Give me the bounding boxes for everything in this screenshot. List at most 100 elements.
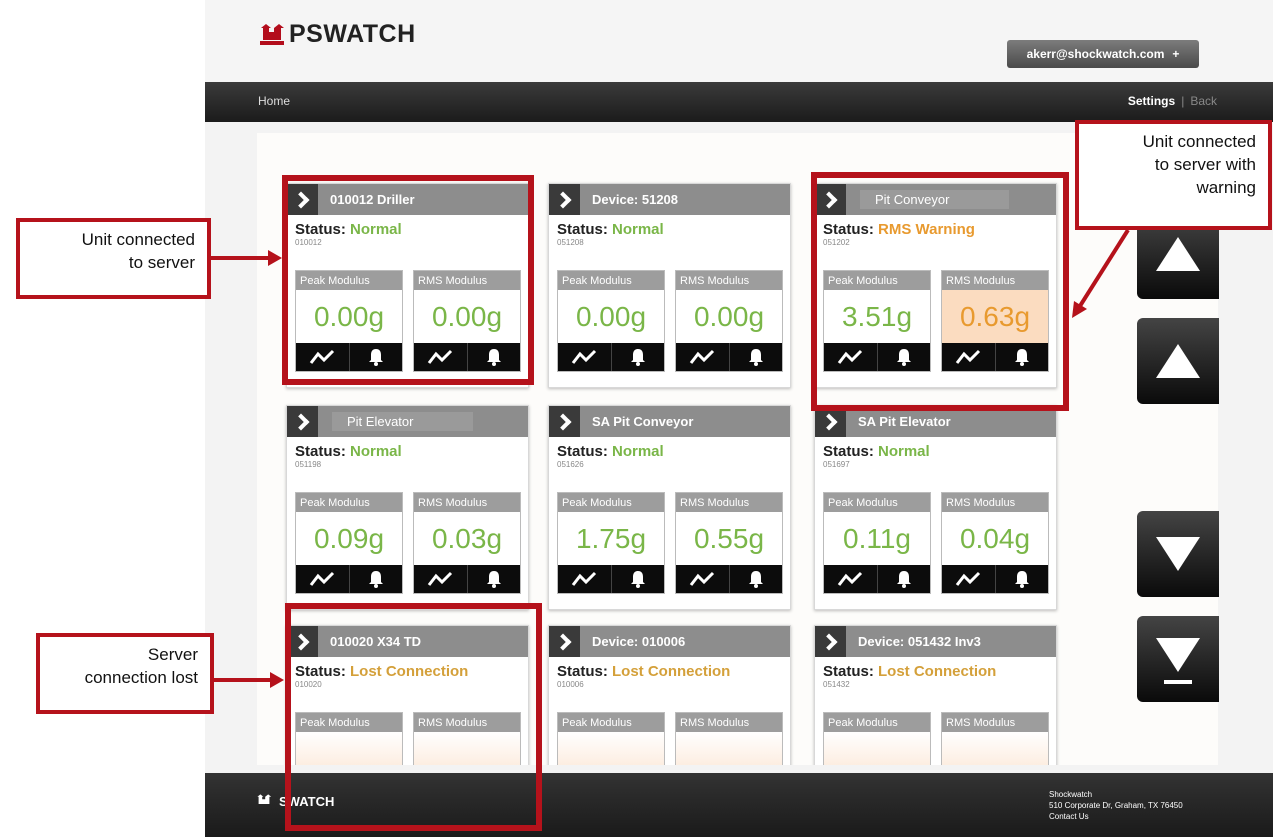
device-card[interactable]: Pit Elevator Status: Normal 051198 Peak …	[286, 405, 529, 610]
peak-modulus-value	[824, 732, 930, 765]
callout-connected-line2: to server	[128, 253, 195, 272]
chevron-right-icon	[292, 413, 309, 430]
expand-button[interactable]	[549, 626, 580, 657]
alarm-button[interactable]	[728, 343, 783, 371]
rms-modulus-label: RMS Modulus	[942, 493, 1048, 512]
trend-button[interactable]	[414, 565, 467, 593]
alarm-button[interactable]	[610, 565, 665, 593]
device-title: Device: 51208	[592, 192, 679, 207]
device-card[interactable]: SA Pit Elevator Status: Normal 051697 Pe…	[814, 405, 1057, 610]
trend-icon	[838, 571, 863, 586]
alarm-button[interactable]	[728, 565, 783, 593]
expand-button[interactable]	[549, 184, 580, 215]
trend-icon	[690, 571, 715, 586]
device-status: Status: Lost Connection	[823, 663, 1056, 680]
bell-icon	[630, 349, 645, 366]
rms-modulus-label: RMS Modulus	[676, 271, 782, 290]
device-card-header[interactable]: Device: 051432 Inv3	[815, 626, 1056, 657]
bell-icon	[486, 571, 501, 588]
rms-modulus-value: 0.04g	[959, 522, 1031, 554]
device-card-header[interactable]: Pit Elevator	[287, 406, 528, 437]
peak-modulus-label: Peak Modulus	[824, 493, 930, 512]
rms-modulus-panel: RMS Modulus 0.55g	[675, 492, 783, 594]
status-value: Normal	[612, 443, 664, 460]
page-up-button[interactable]	[1137, 318, 1219, 404]
trend-icon	[956, 571, 981, 586]
peak-modulus-value: 0.11g	[843, 522, 911, 554]
user-menu-button[interactable]: akerr@shockwatch.com +	[1007, 40, 1199, 68]
expand-button[interactable]	[815, 626, 846, 657]
status-label: Status:	[557, 663, 608, 680]
callout-warning: Unit connected to server with warning	[1075, 120, 1272, 230]
user-email: akerr@shockwatch.com	[1026, 47, 1165, 61]
device-serial: 010006	[557, 680, 584, 689]
scroll-bottom-button[interactable]	[1137, 616, 1219, 702]
peak-modulus-label: Peak Modulus	[558, 713, 664, 732]
alarm-button[interactable]	[348, 565, 403, 593]
rms-modulus-value: 0.55g	[693, 522, 765, 554]
chevron-right-icon	[820, 633, 837, 650]
peak-modulus-panel: Peak Modulus 1.75g	[557, 492, 665, 594]
device-card[interactable]: Device: 051432 Inv3 Status: Lost Connect…	[814, 625, 1057, 765]
status-label: Status:	[823, 663, 874, 680]
highlight-warning	[811, 172, 1069, 411]
peak-modulus-panel: Peak Modulus 0.00g	[557, 270, 665, 372]
trend-button[interactable]	[296, 565, 349, 593]
device-card[interactable]: Device: 010006 Status: Lost Connection 0…	[548, 625, 791, 765]
status-label: Status:	[557, 221, 608, 238]
home-link[interactable]: Home	[258, 94, 290, 108]
status-label: Status:	[557, 443, 608, 460]
footer-street: 510 Corporate Dr, Graham, TX 76450	[1049, 801, 1183, 810]
bell-icon	[630, 571, 645, 588]
rms-modulus-panel: RMS Modulus	[941, 712, 1049, 765]
modulus-actions	[558, 343, 664, 371]
trend-button[interactable]	[676, 343, 729, 371]
back-link[interactable]: Back	[1190, 94, 1217, 108]
device-card-header[interactable]: SA Pit Conveyor	[549, 406, 790, 437]
rms-modulus-label: RMS Modulus	[414, 493, 520, 512]
rms-modulus-value	[942, 732, 1048, 765]
modulus-panels: Peak Modulus RMS Modulus	[557, 712, 783, 765]
device-title: Pit Elevator	[332, 412, 474, 431]
modulus-actions	[296, 565, 402, 593]
bell-icon	[748, 349, 763, 366]
highlight-connected	[282, 175, 534, 385]
device-card-header[interactable]: Device: 51208	[549, 184, 790, 215]
alarm-button[interactable]	[994, 565, 1049, 593]
modulus-actions	[414, 565, 520, 593]
peak-modulus-value: 1.75g	[575, 522, 647, 554]
modulus-actions	[676, 343, 782, 371]
contact-us-link[interactable]: Contact Us	[1049, 811, 1183, 822]
trend-button[interactable]	[676, 565, 729, 593]
modulus-actions	[824, 565, 930, 593]
device-status: Status: Normal	[295, 443, 528, 460]
alarm-button[interactable]	[876, 565, 931, 593]
trend-button[interactable]	[558, 565, 611, 593]
device-status: Status: Normal	[823, 443, 1056, 460]
device-status: Status: Normal	[557, 221, 790, 238]
modulus-panels: Peak Modulus 0.09g RMS Modulus 0.03g	[295, 492, 521, 594]
status-value: Lost Connection	[878, 663, 997, 680]
modulus-panels: Peak Modulus 0.11g RMS Modulus 0.04g	[823, 492, 1049, 594]
alarm-button[interactable]	[466, 565, 521, 593]
device-card[interactable]: Device: 51208 Status: Normal 051208 Peak…	[548, 183, 791, 388]
trend-button[interactable]	[824, 565, 877, 593]
expand-button[interactable]	[549, 406, 580, 437]
trend-icon	[572, 571, 597, 586]
settings-link[interactable]: Settings	[1128, 94, 1175, 108]
device-card-header[interactable]: Device: 010006	[549, 626, 790, 657]
trend-button[interactable]	[558, 343, 611, 371]
alarm-button[interactable]	[610, 343, 665, 371]
rms-modulus-value: 0.00g	[693, 300, 765, 332]
rms-modulus-label: RMS Modulus	[676, 493, 782, 512]
trend-button[interactable]	[942, 565, 995, 593]
trend-icon	[428, 571, 453, 586]
device-card[interactable]: SA Pit Conveyor Status: Normal 051626 Pe…	[548, 405, 791, 610]
trend-icon	[572, 349, 597, 364]
expand-button[interactable]	[287, 406, 318, 437]
footer-address: Shockwatch 510 Corporate Dr, Graham, TX …	[1049, 789, 1183, 822]
peak-modulus-label: Peak Modulus	[558, 271, 664, 290]
device-serial: 051626	[557, 460, 584, 469]
page-down-button[interactable]	[1137, 511, 1219, 597]
logo: PSWATCH	[257, 20, 416, 49]
